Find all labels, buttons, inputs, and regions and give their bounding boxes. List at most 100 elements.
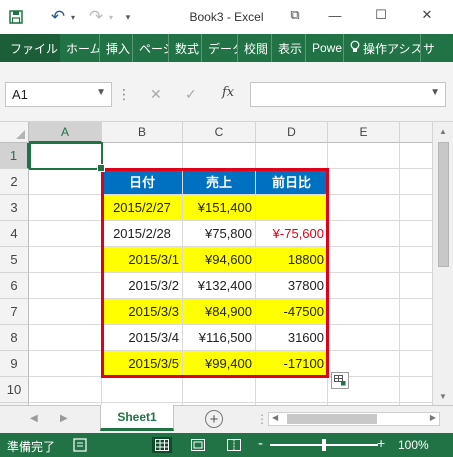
grid-cell[interactable] (328, 221, 400, 247)
zoom-out-button[interactable]: - (258, 435, 263, 452)
grid-cell[interactable] (29, 247, 102, 273)
maximize-button[interactable]: ☐ (366, 4, 396, 26)
tab-page-layout[interactable]: ページ (132, 34, 168, 62)
grid-cell[interactable] (400, 221, 432, 247)
table-cell-date[interactable]: 2015/3/2 (102, 273, 183, 299)
save-icon[interactable] (8, 9, 24, 25)
tab-data[interactable]: データ (201, 34, 237, 62)
ribbon-display-options-icon[interactable]: ⧉ (280, 4, 310, 26)
insert-function-icon[interactable]: fx (222, 85, 234, 100)
table-cell-sales[interactable]: ¥75,800 (183, 221, 256, 247)
row-header-9[interactable]: 9 (0, 351, 29, 377)
grid-cell[interactable] (328, 169, 400, 195)
grid-cell[interactable] (183, 377, 256, 403)
grid-cell[interactable] (328, 325, 400, 351)
zoom-in-button[interactable]: + (377, 435, 385, 451)
grid-cell[interactable] (29, 221, 102, 247)
table-header-sales[interactable]: 売上 (183, 169, 256, 195)
grid-cell[interactable] (328, 247, 400, 273)
table-cell-sales[interactable]: ¥151,400 (183, 195, 256, 221)
tab-power-pivot[interactable]: Powe (305, 34, 343, 62)
row-header-8[interactable]: 8 (0, 325, 29, 351)
table-cell-date[interactable]: 2015/3/4 (102, 325, 183, 351)
grid-cell[interactable] (400, 143, 432, 169)
table-cell-diff[interactable]: -47500 (256, 299, 328, 325)
grid-cell[interactable] (400, 169, 432, 195)
column-header-f[interactable] (400, 122, 432, 143)
grid-cell[interactable] (328, 143, 400, 169)
page-layout-view-icon[interactable] (190, 437, 206, 453)
redo-icon[interactable]: ↷ (86, 7, 106, 26)
table-header-date[interactable]: 日付 (102, 169, 183, 195)
column-header-b[interactable]: B (102, 122, 183, 143)
grid-cell[interactable] (29, 273, 102, 299)
table-cell-diff[interactable]: 37800 (256, 273, 328, 299)
expand-formula-bar-icon[interactable]: ▼ (430, 87, 440, 98)
sheet-prev-icon[interactable]: ◀ (30, 413, 38, 424)
table-cell-sales[interactable]: ¥132,400 (183, 273, 256, 299)
table-cell-date[interactable]: 2015/3/3 (102, 299, 183, 325)
macro-record-icon[interactable] (72, 437, 88, 453)
grid-cell[interactable] (29, 299, 102, 325)
horizontal-scrollbar[interactable]: ◀ ▶ (268, 412, 440, 426)
column-header-d[interactable]: D (256, 122, 328, 143)
table-cell-date[interactable]: 2015/2/27 (102, 195, 183, 221)
sheet-next-icon[interactable]: ▶ (60, 413, 68, 424)
grid-cell[interactable] (400, 273, 432, 299)
row-header-10[interactable]: 10 (0, 377, 29, 403)
column-header-e[interactable]: E (328, 122, 400, 143)
table-cell-date[interactable]: 2015/3/5 (102, 351, 183, 377)
grid-cell[interactable] (29, 169, 102, 195)
tab-home[interactable]: ホーム (60, 34, 99, 62)
tab-view[interactable]: 表示 (271, 34, 305, 62)
page-break-preview-icon[interactable] (226, 437, 242, 453)
table-header-diff[interactable]: 前日比 (256, 169, 328, 195)
vertical-scroll-thumb[interactable] (438, 142, 449, 267)
row-header-2[interactable]: 2 (0, 169, 29, 195)
table-cell-diff[interactable]: -17100 (256, 351, 328, 377)
close-button[interactable]: ✕ (412, 4, 442, 26)
grid-cell[interactable] (328, 299, 400, 325)
tab-file[interactable]: ファイル (0, 34, 60, 62)
select-all-button[interactable] (0, 122, 29, 143)
table-cell-sales[interactable]: ¥94,600 (183, 247, 256, 273)
grid-cell[interactable] (328, 273, 400, 299)
grid-cell[interactable] (29, 195, 102, 221)
table-cell-sales[interactable]: ¥116,500 (183, 325, 256, 351)
row-header-7[interactable]: 7 (0, 299, 29, 325)
row-header-4[interactable]: 4 (0, 221, 29, 247)
table-cell-sales[interactable]: ¥99,400 (183, 351, 256, 377)
minimize-button[interactable]: — (320, 4, 350, 26)
grid-cell[interactable] (400, 325, 432, 351)
grid-cell[interactable] (29, 377, 102, 403)
normal-view-icon[interactable] (152, 437, 172, 453)
grid-cell[interactable] (256, 377, 328, 403)
table-cell-diff[interactable]: 31600 (256, 325, 328, 351)
grid-cell[interactable] (183, 143, 256, 169)
resize-handle-icon[interactable]: ⋮ (117, 86, 131, 103)
scroll-left-icon[interactable]: ◀ (272, 413, 278, 422)
chevron-down-icon[interactable]: ▼ (96, 87, 106, 98)
table-cell-sales[interactable]: ¥84,900 (183, 299, 256, 325)
grid-cell[interactable] (400, 351, 432, 377)
grid-cell[interactable] (400, 195, 432, 221)
undo-icon[interactable]: ↶ (48, 7, 68, 26)
tab-split-handle-icon[interactable]: ⋮ (256, 412, 268, 426)
zoom-level[interactable]: 100% (398, 438, 429, 452)
quick-analysis-button[interactable] (331, 372, 349, 389)
table-cell-date[interactable]: 2015/3/1 (102, 247, 183, 273)
tell-me-search[interactable]: 操作アシス (343, 34, 420, 62)
zoom-slider-thumb[interactable] (322, 439, 326, 451)
table-cell-diff[interactable]: ¥-75,600 (256, 221, 328, 247)
table-cell-diff[interactable]: 18800 (256, 247, 328, 273)
table-cell-diff[interactable] (256, 195, 328, 221)
scroll-down-icon[interactable]: ▼ (433, 387, 453, 405)
grid-cell[interactable] (256, 143, 328, 169)
row-header-6[interactable]: 6 (0, 273, 29, 299)
grid-cell[interactable] (400, 247, 432, 273)
grid-cell[interactable] (102, 377, 183, 403)
column-header-c[interactable]: C (183, 122, 256, 143)
formula-input[interactable]: ▼ (250, 82, 446, 107)
column-header-a[interactable]: A (29, 122, 102, 143)
grid-cell[interactable] (29, 325, 102, 351)
